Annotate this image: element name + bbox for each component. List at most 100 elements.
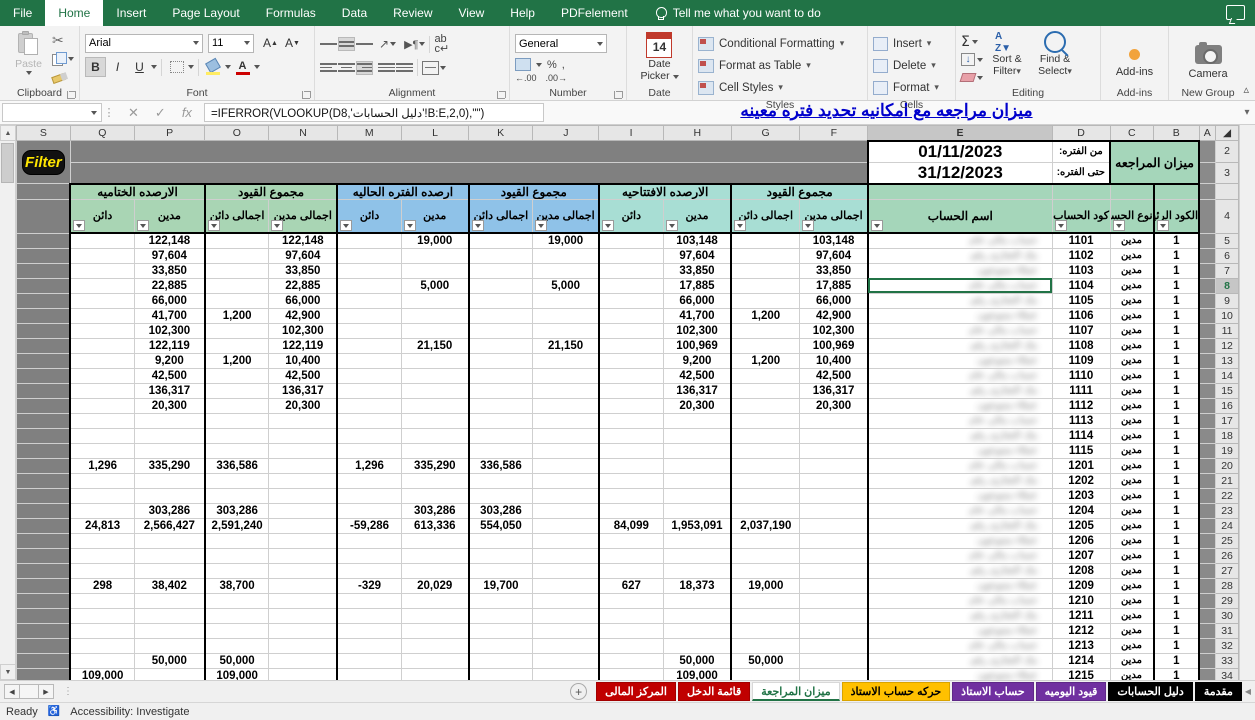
cell-account-name[interactable]: بنك التجارى رقم — [867, 607, 1053, 624]
row-header-28[interactable]: 28 — [1215, 577, 1239, 594]
cell-cur_cr[interactable] — [336, 412, 402, 429]
cell-account-name[interactable]: بنك التجارى رقم — [867, 382, 1053, 399]
cell-ojt_dr[interactable] — [799, 442, 869, 459]
cell-op_cr[interactable] — [598, 532, 664, 549]
cell-cjt_cr[interactable] — [468, 367, 534, 384]
chevron-down-icon[interactable] — [390, 42, 397, 46]
cell-cur_cr[interactable] — [336, 427, 402, 444]
cell-account-name[interactable]: بنك التجارى رقم — [867, 292, 1053, 309]
cell-op_dr[interactable]: 136,317 — [662, 382, 733, 399]
cell-ojt_dr[interactable]: 66,000 — [799, 292, 869, 309]
cell-op_dr[interactable]: 109,000 — [662, 667, 733, 680]
cell-jt_cr[interactable] — [204, 607, 270, 624]
bold-button[interactable]: B — [85, 57, 106, 77]
cell-jt_cr[interactable] — [204, 232, 270, 249]
cell-account-name[interactable]: بنك التجارى رقم — [867, 247, 1053, 264]
column-header-B[interactable]: B — [1153, 125, 1200, 141]
cell-account-code[interactable]: 1209 — [1051, 577, 1111, 594]
cell-op_dr[interactable]: 66,000 — [662, 292, 733, 309]
cell-op_cr[interactable] — [598, 277, 664, 294]
column-header-O[interactable]: O — [204, 125, 270, 141]
cell-account-code[interactable]: 1114 — [1051, 427, 1111, 444]
cell-account-code[interactable]: 1206 — [1051, 532, 1111, 549]
cell-main-code[interactable]: 1 — [1153, 622, 1201, 639]
cell-cls_dr[interactable]: 303,286 — [133, 502, 206, 519]
cell-ojt_dr[interactable]: 42,500 — [799, 367, 869, 384]
cell-cls_dr[interactable]: 50,000 — [133, 652, 206, 669]
cell-main-code[interactable]: 1 — [1153, 367, 1201, 384]
cell-cls_cr[interactable] — [69, 547, 135, 564]
column-header-G[interactable]: G — [730, 125, 801, 141]
cell-op_cr[interactable] — [598, 652, 664, 669]
comma-style-button[interactable]: , — [562, 59, 565, 71]
cell-cjt_cr[interactable] — [468, 532, 534, 549]
cell-jt_cr[interactable] — [204, 562, 270, 579]
cell-ojt_cr[interactable]: 19,000 — [730, 577, 801, 594]
cell-account-code[interactable]: 1102 — [1051, 247, 1111, 264]
cancel-formula-button[interactable]: ✕ — [128, 105, 139, 121]
cell-main-code[interactable]: 1 — [1153, 472, 1201, 489]
cell-cls_cr[interactable] — [69, 442, 135, 459]
chevron-down-icon[interactable] — [188, 65, 194, 69]
name-box[interactable] — [2, 103, 102, 122]
cell-account-type[interactable]: مدين — [1109, 547, 1155, 564]
cell-account-type[interactable]: مدين — [1109, 532, 1155, 549]
cell-cur_dr[interactable] — [400, 607, 470, 624]
cell-cur_cr[interactable] — [336, 322, 402, 339]
cell-cur_cr[interactable]: 1,296 — [336, 457, 402, 474]
cell-account-name[interactable]: عملاء متنوعون — [867, 262, 1053, 279]
cell-cur_cr[interactable] — [336, 442, 402, 459]
cell-op_cr[interactable] — [598, 382, 664, 399]
cell-cls_dr[interactable] — [133, 487, 206, 504]
filter-dropdown-icon[interactable] — [1054, 220, 1067, 231]
cell-cjt_dr[interactable] — [532, 322, 600, 339]
cell-cjt_cr[interactable]: 19,700 — [468, 577, 534, 594]
cell-account-name[interactable]: حساب مالى عام — [867, 637, 1053, 654]
cell-jt_dr[interactable] — [268, 532, 339, 549]
cell-op_cr[interactable] — [598, 307, 664, 324]
cell-cjt_dr[interactable] — [532, 577, 600, 594]
cell-account-code[interactable]: 1201 — [1051, 457, 1111, 474]
cell-cur_cr[interactable] — [336, 247, 402, 264]
ribbon-tab-formulas[interactable]: Formulas — [253, 0, 329, 26]
row-header-18[interactable]: 18 — [1215, 427, 1239, 444]
cell-cjt_dr[interactable] — [532, 652, 600, 669]
clipboard-dialog-launcher[interactable] — [67, 91, 76, 99]
cell-cls_dr[interactable]: 122,119 — [133, 337, 206, 354]
cell-cjt_dr[interactable] — [532, 622, 600, 639]
cell-cls_dr[interactable] — [133, 532, 206, 549]
cell-cls_cr[interactable] — [69, 382, 135, 399]
cell-cls_dr[interactable] — [133, 607, 206, 624]
addins-button[interactable]: Add-ins — [1116, 66, 1153, 78]
chevron-down-icon[interactable]: ▾ — [778, 82, 783, 93]
cell-account-code[interactable]: 1212 — [1051, 622, 1111, 639]
cell-op_cr[interactable] — [598, 337, 664, 354]
cell-ojt_cr[interactable] — [730, 607, 801, 624]
cell-op_dr[interactable] — [662, 592, 733, 609]
underline-button[interactable]: U — [129, 57, 150, 77]
chevron-down-icon[interactable] — [25, 71, 32, 75]
decrease-font-size-button[interactable]: A ▼ — [282, 33, 303, 53]
cell-cur_dr[interactable] — [400, 247, 470, 264]
cell-account-code[interactable]: 1213 — [1051, 637, 1111, 654]
cell-account-code[interactable]: 1207 — [1051, 547, 1111, 564]
cell-account-type[interactable]: مدين — [1109, 262, 1155, 279]
align-bottom-button[interactable] — [356, 37, 373, 51]
align-left-button[interactable] — [320, 61, 337, 75]
cell-main-code[interactable]: 1 — [1153, 592, 1201, 609]
cell-cjt_cr[interactable] — [468, 442, 534, 459]
row-header-20[interactable]: 20 — [1215, 457, 1239, 474]
chevron-down-icon[interactable] — [68, 56, 74, 61]
autosum-button[interactable]: Σ — [961, 33, 983, 50]
cell-cur_cr[interactable] — [336, 232, 402, 249]
row-header-2[interactable]: 2 — [1215, 140, 1239, 163]
cell-op_dr[interactable] — [662, 472, 733, 489]
cell-account-type[interactable]: مدين — [1109, 397, 1155, 414]
cell-cls_cr[interactable] — [69, 607, 135, 624]
format-painter-button[interactable] — [52, 69, 74, 86]
cell-account-name[interactable]: حساب مالى عام — [867, 367, 1053, 384]
cell-ojt_dr[interactable] — [799, 577, 869, 594]
cell-cls_dr[interactable]: 42,500 — [133, 367, 206, 384]
copy-button[interactable] — [52, 50, 74, 67]
cell-ojt_cr[interactable] — [730, 637, 801, 654]
